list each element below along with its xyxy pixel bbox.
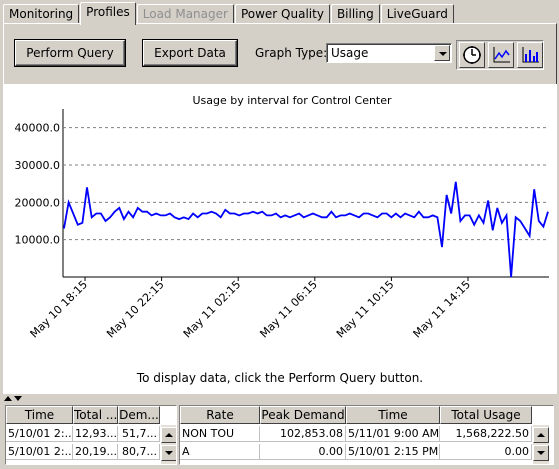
table-cell[interactable]: A [180,444,260,460]
table-cell[interactable]: 0.00 [260,444,346,460]
graph-icon-group [456,40,544,70]
tab-billing[interactable]: Billing [330,4,380,24]
graph-type-value: Usage [331,46,369,60]
splitter-arrows-icon[interactable] [3,395,33,403]
x-tick-label: May 11 02:15 [181,278,244,341]
column-header-total[interactable]: Total ... [73,406,118,424]
table-cell[interactable]: 80,7... [118,444,160,460]
table-cell[interactable]: 1,568,222.50 [440,426,532,442]
usage-series-line [63,181,549,278]
table-cell[interactable]: 20,19... [73,444,118,460]
tab-bar: Monitoring Profiles Load Manager Power Q… [3,2,455,25]
y-tick-label: 40000.0 [15,122,61,135]
scroll-down-icon[interactable] [161,445,176,461]
scroll-up-icon[interactable] [533,427,549,443]
query-hint: To display data, click the Perform Query… [136,371,424,385]
x-tick-label: May 11 06:15 [257,278,320,341]
table-cell[interactable]: 5/10/01 2:... [6,426,73,442]
x-tick-label: May 10 22:15 [104,278,167,341]
interval-table: Time Total ... Dem... 5/10/01 2:... 12,9… [5,405,177,465]
table-cell[interactable]: 5/11/01 9:00 AM [346,426,440,442]
tab-power-quality[interactable]: Power Quality [234,4,330,24]
y-tick-label: 20000.0 [15,196,61,209]
y-tick-label: 10000.0 [15,234,61,247]
scroll-down-icon[interactable] [533,445,549,461]
column-header-time[interactable]: Time [6,406,73,424]
tab-liveguard[interactable]: LiveGuard [380,4,454,24]
perform-query-button[interactable]: Perform Query [15,40,125,66]
bar-chart-icon[interactable] [517,42,543,68]
splitter[interactable] [0,395,559,403]
column-header-rate[interactable]: Rate [180,406,260,424]
column-header-time[interactable]: Time [346,406,440,424]
tab-monitoring[interactable]: Monitoring [3,4,80,24]
graph-type-label: Graph Type: [255,46,328,60]
graph-type-select[interactable]: Usage [326,43,452,63]
chart-area: Usage by interval for Control Center 1000… [3,84,557,394]
column-header-demand[interactable]: Dem... [118,406,160,424]
clock-icon[interactable] [459,42,485,68]
usage-chart: Usage by interval for Control Center 1000… [15,94,549,341]
table-cell[interactable]: 0.00 [440,444,532,460]
vertical-scrollbar[interactable] [533,425,549,464]
tab-load-manager[interactable]: Load Manager [136,4,234,24]
line-chart-icon[interactable] [488,42,514,68]
column-header-peak-demand[interactable]: Peak Demand [260,406,346,424]
chevron-down-icon[interactable] [434,45,450,61]
table-cell[interactable]: 5/10/01 2:15 PM [346,444,440,460]
x-tick-label: May 10 18:15 [28,278,91,341]
table-cell[interactable]: 102,853.08 [260,426,346,442]
tab-profiles[interactable]: Profiles [80,2,136,25]
table-cell[interactable]: 51,7... [118,426,160,442]
table-cell[interactable]: 12,93... [73,426,118,442]
vertical-scrollbar[interactable] [161,425,176,464]
summary-table: Rate Peak Demand Time Total Usage NON TO… [179,405,554,465]
scroll-up-icon[interactable] [161,427,176,443]
chart-title: Usage by interval for Control Center [192,94,392,107]
export-data-button[interactable]: Export Data [143,40,237,66]
x-tick-label: May 11 14:15 [411,278,474,341]
column-header-total-usage[interactable]: Total Usage [440,406,532,424]
table-cell[interactable]: 5/10/01 2:... [6,444,73,460]
x-tick-label: May 11 10:15 [334,278,397,341]
y-tick-label: 30000.0 [15,159,61,172]
table-cell[interactable]: NON TOU [180,426,260,442]
